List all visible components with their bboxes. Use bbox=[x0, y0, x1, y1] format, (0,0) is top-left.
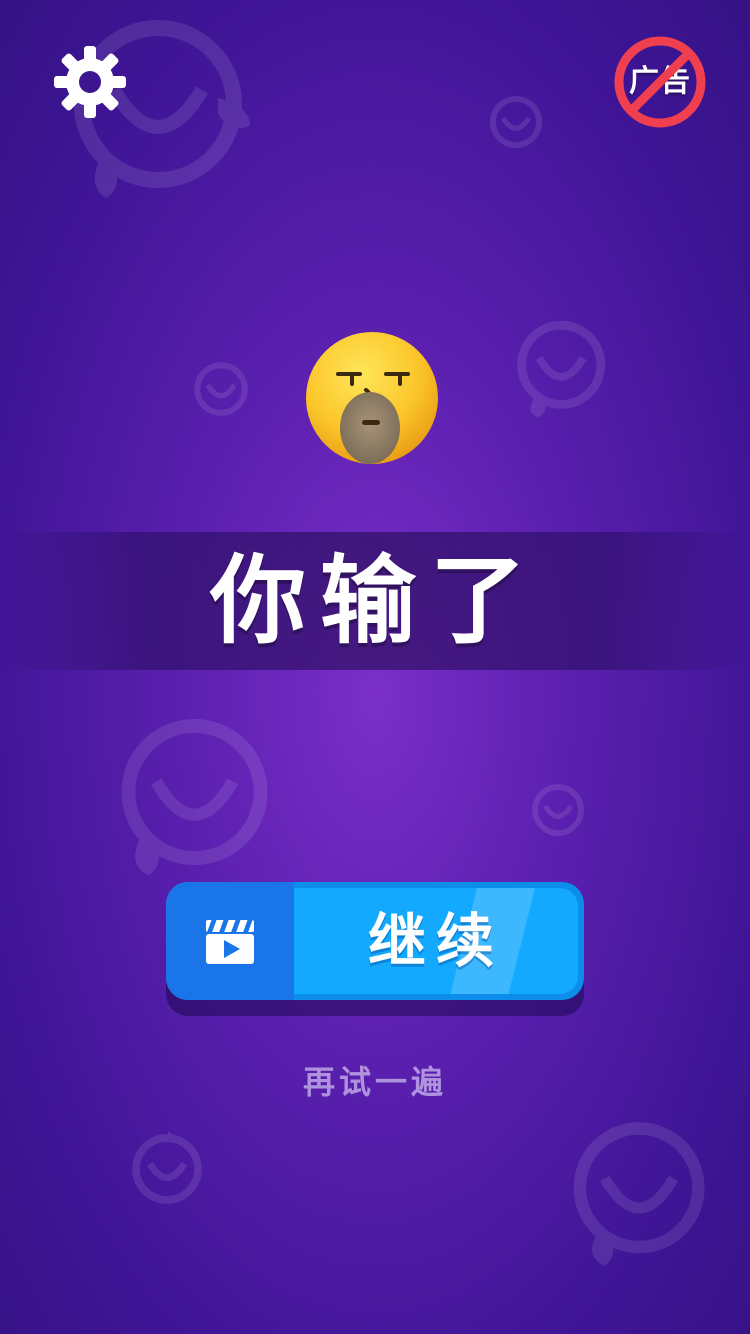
continue-label: 继续 bbox=[367, 907, 504, 975]
background-emoji-icon bbox=[573, 1122, 705, 1266]
no-ads-slash bbox=[627, 49, 693, 115]
settings-button[interactable] bbox=[50, 42, 130, 122]
no-ads-button[interactable]: 广告 bbox=[614, 36, 706, 128]
continue-button[interactable]: 继续 bbox=[166, 882, 584, 1000]
continue-icon-panel bbox=[166, 882, 294, 1000]
video-clapper-icon bbox=[206, 920, 254, 964]
background-emoji-icon bbox=[532, 784, 584, 836]
lose-title: 你输了 bbox=[210, 545, 540, 657]
retry-button[interactable]: 再试一遍 bbox=[225, 1056, 525, 1108]
sleeping-face-icon bbox=[306, 332, 438, 464]
background-emoji-icon bbox=[490, 96, 542, 148]
background-emoji-icon bbox=[121, 718, 268, 876]
background-emoji-icon bbox=[517, 320, 606, 418]
background-emoji-icon bbox=[194, 362, 248, 416]
background-emoji-icon bbox=[132, 1131, 202, 1204]
